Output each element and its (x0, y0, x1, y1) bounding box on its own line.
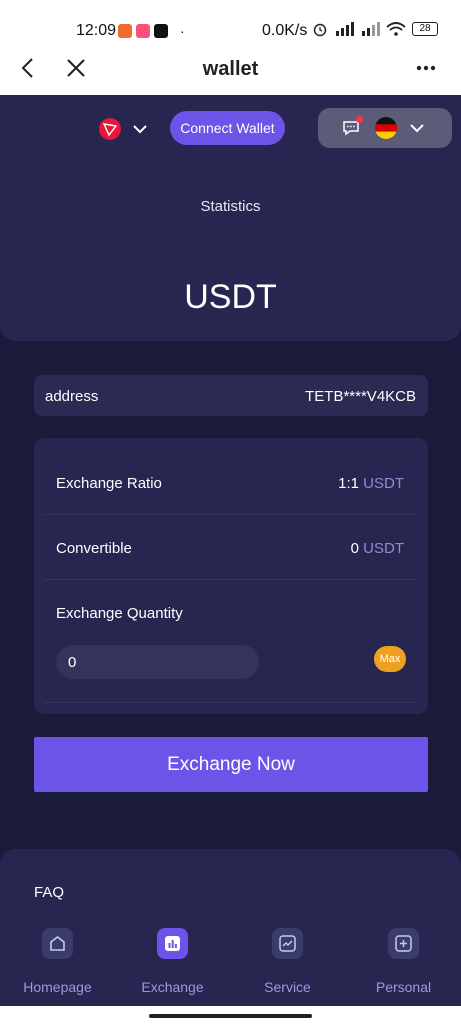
convertible-unit: USDT (363, 540, 404, 557)
home-indicator-area (0, 1006, 461, 1024)
exchange-card: Exchange Ratio 1:1 USDT Convertible 0 US… (34, 438, 428, 714)
plus-square-icon (388, 928, 419, 959)
statistics-label: Statistics (200, 198, 261, 215)
divider (44, 702, 416, 703)
exchange-ratio-row: Exchange Ratio 1:1 USDT (44, 450, 416, 515)
nav-bar: wallet (0, 40, 461, 95)
address-label: address (45, 388, 99, 405)
more-notifications-dot: · (180, 23, 185, 39)
app-notification-icon (136, 24, 150, 38)
trend-icon (272, 928, 303, 959)
signal-icon (336, 22, 354, 36)
language-selector[interactable] (318, 108, 452, 148)
bottom-tab-bar: Homepage Exchange Service Personal (0, 920, 461, 1006)
tab-homepage[interactable]: Homepage (0, 920, 115, 1006)
header-panel: Connect Wallet Statistics USDT (0, 95, 461, 341)
status-time: 12:09 (76, 22, 117, 39)
exchange-quantity-label: Exchange Quantity (56, 605, 183, 622)
network-speed: 0.0K/s (262, 22, 308, 39)
germany-flag-icon (375, 117, 397, 139)
address-value: TETB****V4KCB (305, 388, 416, 405)
status-bar: 12:09 · 0.0K/s 28 (0, 0, 461, 40)
chevron-down-icon[interactable] (407, 118, 427, 138)
convertible-value: 0 USDT (351, 540, 404, 557)
notification-icons: · (118, 23, 185, 39)
app-notification-icon (118, 24, 132, 38)
tron-logo-icon[interactable] (99, 118, 121, 140)
exchange-ratio-value: 1:1 USDT (338, 475, 404, 492)
alarm-icon (313, 23, 327, 37)
chevron-down-icon[interactable] (130, 119, 150, 139)
address-card: address TETB****V4KCB (34, 375, 428, 416)
chart-icon (157, 928, 188, 959)
exchange-now-button[interactable]: Exchange Now (34, 737, 428, 792)
unread-dot (356, 116, 363, 123)
exchange-ratio-label: Exchange Ratio (56, 475, 162, 492)
signal-icon (362, 22, 380, 36)
battery-icon: 28 (412, 22, 438, 36)
tab-exchange[interactable]: Exchange (115, 920, 230, 1006)
connect-wallet-button[interactable]: Connect Wallet (170, 111, 285, 145)
tab-label: Personal (375, 979, 432, 995)
tab-service[interactable]: Service (230, 920, 345, 1006)
home-indicator[interactable] (149, 1014, 312, 1018)
quantity-input[interactable] (56, 645, 259, 679)
wifi-icon (386, 22, 406, 36)
convertible-label: Convertible (56, 540, 132, 557)
convertible-number: 0 (350, 540, 359, 557)
tab-label: Exchange (141, 979, 204, 995)
ratio-unit: USDT (363, 475, 404, 492)
max-button[interactable]: Max (374, 646, 406, 672)
faq-label[interactable]: FAQ (34, 884, 64, 901)
tab-personal[interactable]: Personal (346, 920, 461, 1006)
ratio-number: 1:1 (338, 475, 359, 492)
home-icon (42, 928, 73, 959)
tiktok-icon (154, 24, 168, 38)
tab-label: Service (264, 979, 311, 995)
convertible-row: Convertible 0 USDT (44, 515, 416, 580)
token-title: USDT (184, 278, 277, 316)
more-icon[interactable] (410, 54, 442, 82)
system-icons: 28 (312, 21, 438, 37)
tab-label: Homepage (23, 979, 92, 995)
page-title: wallet (202, 58, 259, 80)
